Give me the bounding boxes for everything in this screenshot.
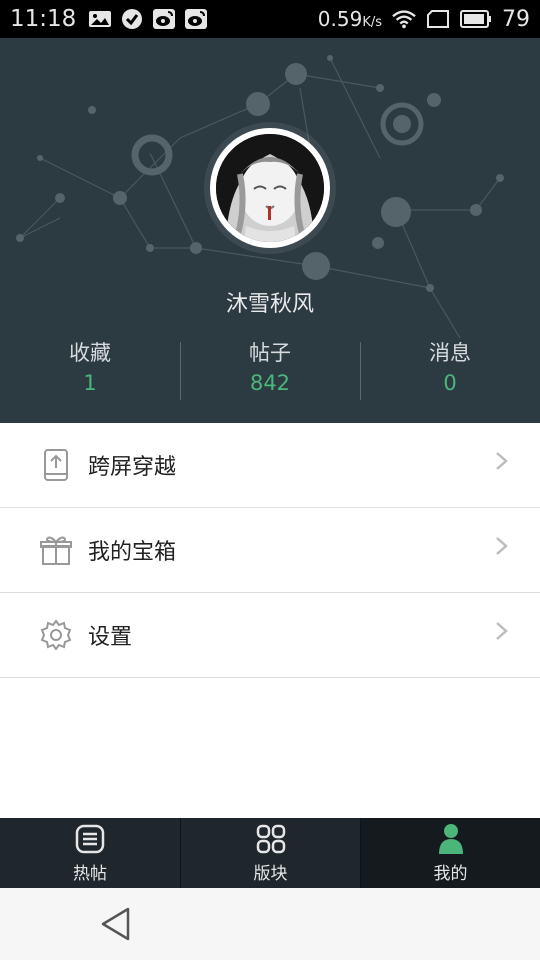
tab-label: 版块 — [253, 863, 288, 884]
check-circle-icon — [120, 9, 144, 29]
menu-item-treasure-box[interactable]: 我的宝箱 — [0, 508, 540, 593]
sim-icon — [426, 9, 450, 29]
stat-messages[interactable]: 消息 0 — [360, 338, 540, 403]
avatar-image — [216, 134, 324, 242]
list-icon — [74, 823, 106, 855]
stat-label: 收藏 — [69, 341, 111, 365]
menu-item-label: 设置 — [88, 625, 133, 650]
battery-icon — [460, 9, 492, 29]
back-triangle-icon[interactable] — [98, 906, 134, 942]
tab-mine[interactable]: 我的 — [360, 818, 540, 888]
status-time: 11:18 — [10, 6, 77, 32]
system-nav-bar — [0, 888, 540, 960]
grid-icon — [255, 823, 287, 855]
chevron-right-icon — [496, 537, 508, 555]
menu-item-label: 我的宝箱 — [88, 540, 177, 565]
network-speed: 0.59K/s — [317, 7, 382, 31]
profile-stats: 收藏 1 帖子 842 消息 0 — [0, 338, 540, 403]
weibo-icon — [184, 9, 208, 29]
bottom-tab-bar: 热帖 版块 我的 — [0, 818, 540, 888]
stat-label: 帖子 — [249, 341, 291, 365]
avatar[interactable] — [210, 128, 330, 248]
profile-header: 沐雪秋风 收藏 1 帖子 842 消息 0 — [0, 38, 540, 423]
image-icon — [88, 9, 112, 29]
menu-list: 跨屏穿越 我的宝箱 设置 — [0, 423, 540, 678]
stat-label: 消息 — [429, 341, 471, 365]
gift-icon — [40, 534, 72, 566]
menu-item-label: 跨屏穿越 — [88, 455, 177, 480]
battery-level: 79 — [502, 6, 530, 32]
tab-boards[interactable]: 版块 — [180, 818, 360, 888]
user-icon — [435, 823, 467, 855]
tab-hot-posts[interactable]: 热帖 — [0, 818, 180, 888]
username: 沐雪秋风 — [225, 292, 314, 317]
tab-label: 我的 — [433, 863, 468, 884]
wifi-icon — [392, 9, 416, 29]
stat-value: 1 — [83, 371, 97, 395]
stat-value: 0 — [443, 371, 457, 395]
phone-upload-icon — [40, 449, 72, 481]
stat-favorites[interactable]: 收藏 1 — [0, 338, 180, 403]
status-bar: 11:18 0.59K/s 79 — [0, 0, 540, 38]
weibo-icon — [152, 9, 176, 29]
chevron-right-icon — [496, 622, 508, 640]
stat-posts[interactable]: 帖子 842 — [180, 338, 360, 403]
menu-item-settings[interactable]: 设置 — [0, 593, 540, 678]
chevron-right-icon — [496, 452, 508, 470]
stat-value: 842 — [249, 371, 291, 395]
tab-label: 热帖 — [73, 863, 107, 884]
menu-item-cross-screen[interactable]: 跨屏穿越 — [0, 423, 540, 508]
gear-icon — [40, 619, 72, 651]
